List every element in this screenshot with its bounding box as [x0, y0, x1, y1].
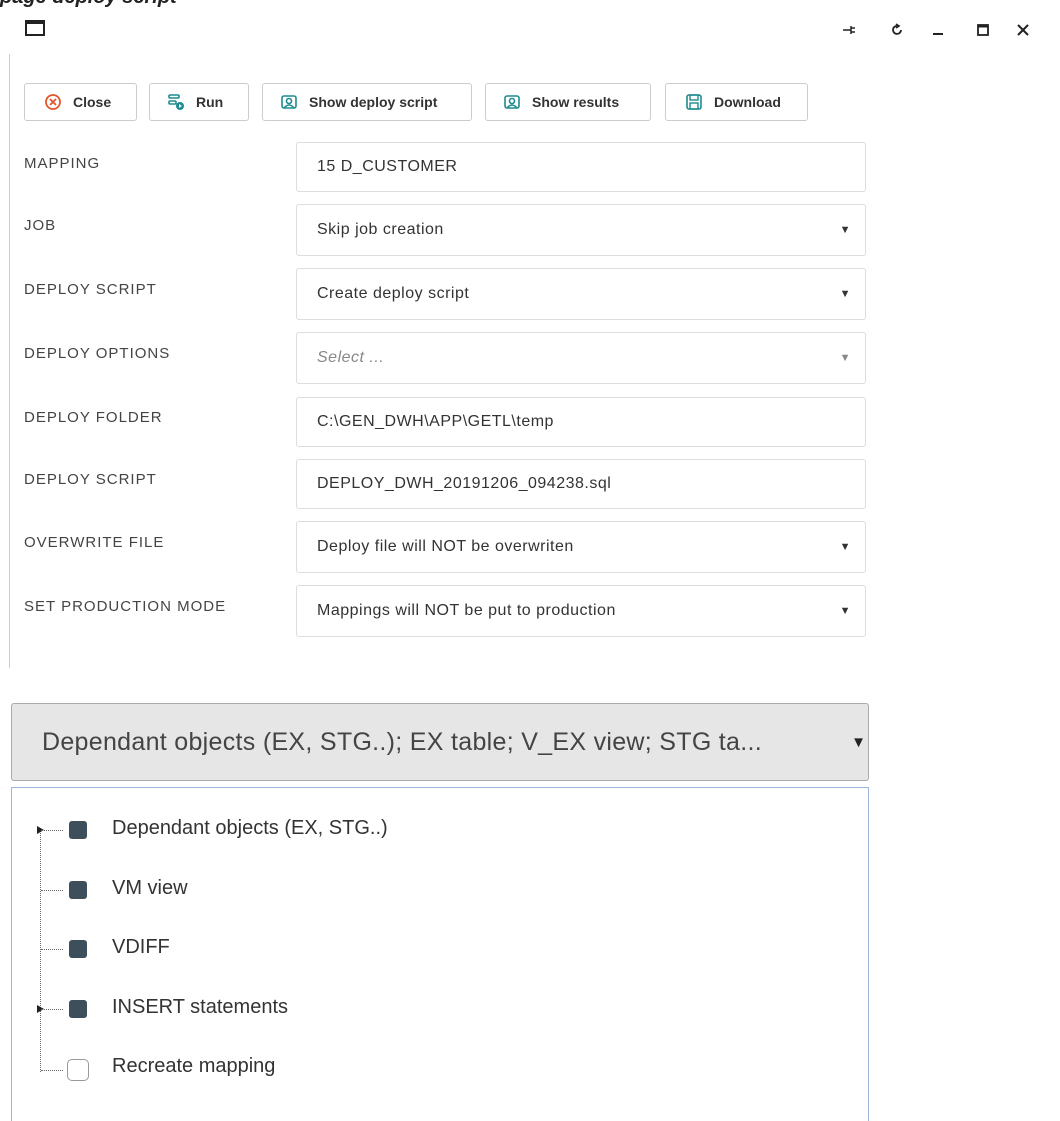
tree-connector	[41, 1070, 63, 1071]
pin-icon[interactable]	[837, 18, 861, 42]
minimize-icon[interactable]	[926, 18, 950, 42]
overwrite-file-label: OVERWRITE FILE	[24, 534, 165, 551]
tree-item-label: VM view	[112, 877, 188, 899]
deploy-script-file-field[interactable]: DEPLOY_DWH_20191206_094238.sql	[296, 459, 866, 509]
mapping-field[interactable]: 15 D_CUSTOMER	[296, 142, 866, 192]
deploy-script-file-label: DEPLOY SCRIPT	[24, 471, 157, 488]
deploy-script-icon	[279, 92, 299, 112]
tree-item-label: Recreate mapping	[112, 1055, 276, 1077]
download-label: Download	[714, 94, 781, 110]
job-label: JOB	[24, 217, 57, 234]
mapping-label: MAPPING	[24, 155, 101, 172]
job-value: Skip job creation	[317, 221, 444, 238]
show-results-button[interactable]: Show results	[485, 83, 651, 121]
close-icon[interactable]	[1011, 18, 1035, 42]
tree-connector-line	[40, 829, 41, 1072]
deploy-folder-label: DEPLOY FOLDER	[24, 409, 163, 426]
mapping-value: 15 D_CUSTOMER	[317, 158, 458, 175]
run-button-label: Run	[196, 94, 224, 110]
maximize-icon[interactable]	[971, 18, 995, 42]
checkbox-checked[interactable]	[69, 821, 87, 839]
caret-down-icon: ▼	[839, 541, 851, 553]
titlebar	[9, 8, 1060, 54]
tree-connector	[41, 890, 63, 891]
caret-down-icon: ▼	[839, 352, 851, 364]
checkbox-checked[interactable]	[69, 881, 87, 899]
deploy-script-label: DEPLOY SCRIPT	[24, 281, 157, 298]
run-button[interactable]: Run	[149, 83, 249, 121]
deploy-options-label: DEPLOY OPTIONS	[24, 345, 171, 362]
checkbox-checked[interactable]	[69, 940, 87, 958]
tree-item-label: INSERT statements	[112, 996, 288, 1018]
show-deploy-script-button[interactable]: Show deploy script	[262, 83, 472, 121]
deploy-folder-value: C:\GEN_DWH\APP\GETL\temp	[317, 413, 554, 430]
deploy-script-file-value: DEPLOY_DWH_20191206_094238.sql	[317, 475, 612, 492]
production-mode-select[interactable]: Mappings will NOT be put to production ▼	[296, 585, 866, 637]
save-icon	[684, 92, 704, 112]
checkbox-unchecked[interactable]	[67, 1059, 89, 1081]
tree-connector	[41, 830, 63, 831]
close-circle-icon	[43, 92, 63, 112]
tree-item-label: Dependant objects (EX, STG..)	[112, 817, 388, 839]
checkbox-checked[interactable]	[69, 1000, 87, 1018]
window-left-border	[9, 54, 10, 668]
deploy-options-dropdown[interactable]: Dependant objects (EX, STG..); EX table;…	[11, 703, 869, 781]
tree-item-label: VDIFF	[112, 936, 170, 958]
caret-down-icon: ▼	[839, 224, 851, 236]
caret-down-icon: ▼	[839, 288, 851, 300]
tree-connector	[41, 1009, 63, 1010]
caret-down-icon: ▼	[851, 734, 866, 751]
job-select[interactable]: Skip job creation ▼	[296, 204, 866, 256]
deploy-script-value: Create deploy script	[317, 285, 470, 302]
production-mode-label: SET PRODUCTION MODE	[24, 598, 227, 615]
deploy-options-placeholder: Select ...	[317, 349, 385, 366]
deploy-options-select[interactable]: Select ... ▼	[296, 332, 866, 384]
refresh-icon[interactable]	[885, 18, 909, 42]
caret-down-icon: ▼	[839, 605, 851, 617]
window-icon	[25, 20, 45, 36]
production-mode-value: Mappings will NOT be put to production	[317, 602, 616, 619]
show-deploy-script-label: Show deploy script	[309, 94, 438, 110]
close-button[interactable]: Close	[24, 83, 137, 121]
deploy-folder-field[interactable]: C:\GEN_DWH\APP\GETL\temp	[296, 397, 866, 447]
overwrite-file-select[interactable]: Deploy file will NOT be overwriten ▼	[296, 521, 866, 573]
tree-connector	[41, 949, 63, 950]
show-results-icon	[502, 92, 522, 112]
overwrite-file-value: Deploy file will NOT be overwriten	[317, 538, 574, 555]
dropdown-selected-text: Dependant objects (EX, STG..); EX table;…	[42, 728, 762, 756]
close-button-label: Close	[73, 94, 112, 110]
run-icon	[166, 92, 186, 112]
deploy-script-select[interactable]: Create deploy script ▼	[296, 268, 866, 320]
download-button[interactable]: Download	[665, 83, 808, 121]
show-results-label: Show results	[532, 94, 620, 110]
